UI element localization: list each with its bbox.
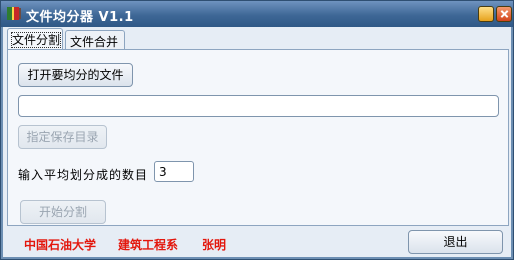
title-bar[interactable]: 文件均分器 V1.1: [1, 1, 513, 27]
app-window: 文件均分器 V1.1 文件分割 文件合并 打开要均分的文件 指定保存目录 输入平…: [0, 0, 514, 260]
tab-file-split[interactable]: 文件分割: [7, 28, 63, 51]
credit-author: 张明: [202, 238, 227, 252]
window-body: 文件分割 文件合并 打开要均分的文件 指定保存目录 输入平均划分成的数目 开始分…: [3, 27, 511, 257]
minimize-icon[interactable]: [478, 6, 494, 22]
credit-university: 中国石油大学: [24, 238, 97, 252]
tab-file-merge[interactable]: 文件合并: [65, 30, 125, 51]
tab-file-split-label: 文件分割: [10, 32, 62, 48]
window-title: 文件均分器 V1.1: [26, 10, 134, 25]
book-icon: [7, 7, 21, 20]
start-split-button[interactable]: 开始分割: [20, 200, 106, 224]
close-icon[interactable]: [496, 6, 512, 22]
split-count-label: 输入平均划分成的数目: [18, 168, 149, 182]
credit-department: 建筑工程系: [118, 238, 179, 252]
exit-button[interactable]: 退出: [408, 230, 503, 254]
split-panel: 打开要均分的文件 指定保存目录 输入平均划分成的数目 开始分割: [7, 49, 509, 226]
tab-file-merge-label: 文件合并: [70, 35, 119, 49]
open-file-button[interactable]: 打开要均分的文件: [18, 63, 133, 87]
split-count-input[interactable]: [154, 161, 194, 182]
file-path-input[interactable]: [18, 95, 499, 117]
set-save-dir-button[interactable]: 指定保存目录: [18, 125, 107, 149]
